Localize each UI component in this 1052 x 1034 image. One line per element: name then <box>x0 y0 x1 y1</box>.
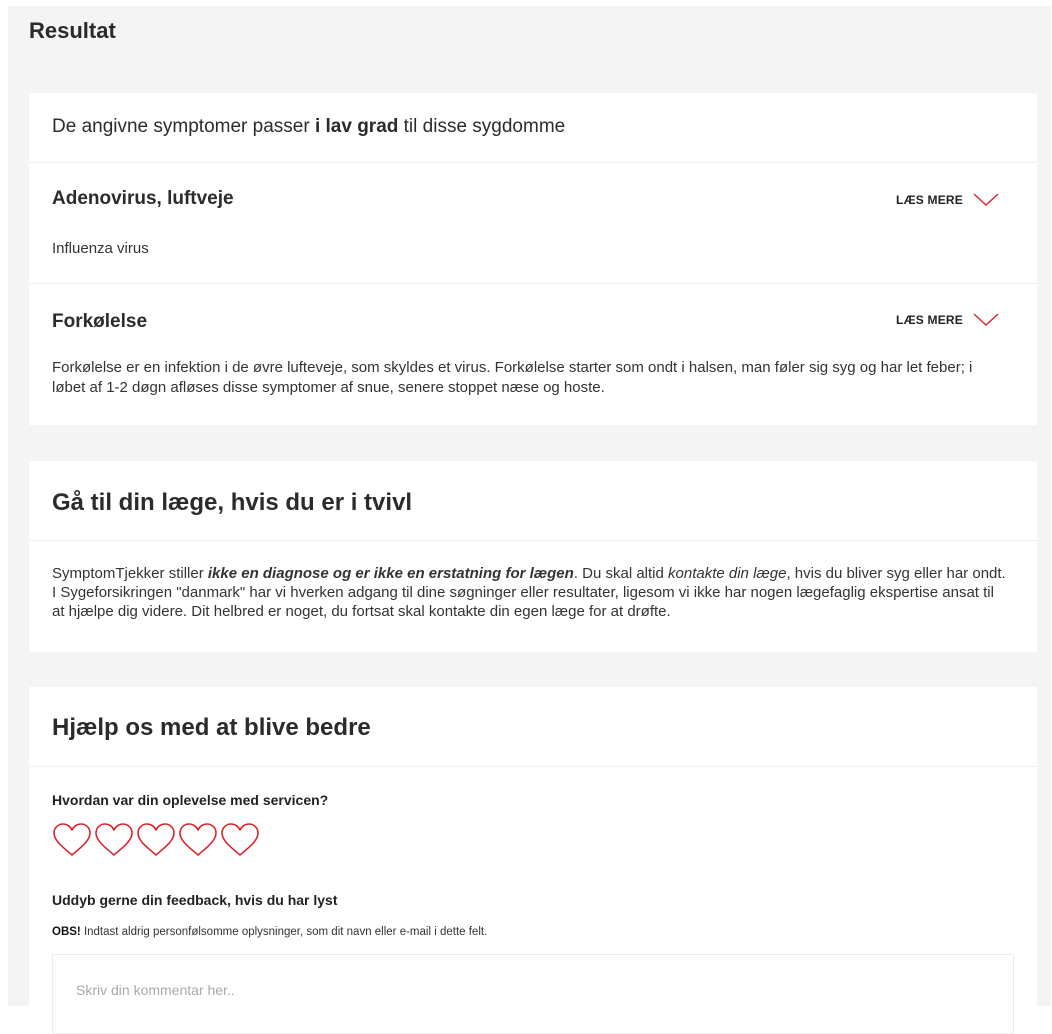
disclaimer-text: SymptomTjekker stiller ikke en diagnose … <box>29 541 1037 621</box>
disclaimer-emphasis: ikke en diagnose og er ikke en erstatnin… <box>207 565 574 582</box>
feedback-card: Hjælp os med at blive bedre Hvordan var … <box>29 687 1037 1034</box>
obs-text: Indtast aldrig personfølsomme oplysninge… <box>80 926 488 938</box>
disclaimer-part: SymptomTjekker stiller <box>52 565 208 582</box>
read-more-label: LÆS MERE <box>896 313 963 327</box>
read-more-button[interactable]: LÆS MERE <box>896 313 999 327</box>
match-intro: De angivne symptomer passer i lav grad t… <box>29 93 1037 163</box>
heart-outline-icon[interactable] <box>220 822 260 858</box>
read-more-button[interactable]: LÆS MERE <box>896 193 999 207</box>
disease-name: Forkølelse <box>52 311 148 332</box>
obs-label: OBS! <box>52 926 81 938</box>
doctor-advice-title: Gå til din læge, hvis du er i tvivl <box>52 489 413 516</box>
disease-description: Influenza virus <box>52 240 149 257</box>
doctor-advice-header: Gå til din læge, hvis du er i tvivl <box>29 461 1037 541</box>
chevron-down-icon <box>973 313 999 326</box>
heart-outline-icon[interactable] <box>52 822 92 858</box>
disease-item: Adenovirus, luftveje LÆS MERE Influenza … <box>29 163 1037 284</box>
chevron-down-icon <box>973 193 999 206</box>
disease-name: Adenovirus, luftveje <box>52 188 234 209</box>
doctor-advice-card: Gå til din læge, hvis du er i tvivl Symp… <box>29 461 1037 652</box>
feedback-title: Hjælp os med at blive bedre <box>52 714 371 741</box>
intro-text-before: De angivne symptomer passer <box>52 116 315 137</box>
comment-input[interactable] <box>52 954 1014 1034</box>
heart-outline-icon[interactable] <box>178 822 218 858</box>
heart-outline-icon[interactable] <box>94 822 134 858</box>
heart-rating <box>52 822 260 858</box>
disclaimer-part: . Du skal altid <box>573 565 669 582</box>
intro-text-after: til disse sygdomme <box>398 116 566 137</box>
result-title: Resultat <box>29 18 116 43</box>
disclaimer-italic: kontakte din læge <box>668 565 787 582</box>
intro-text-bold: i lav grad <box>314 116 399 137</box>
disease-item: Forkølelse LÆS MERE Forkølelse er en inf… <box>29 284 1037 424</box>
feedback-header: Hjælp os med at blive bedre <box>29 687 1037 767</box>
disease-description: Forkølelse er en infektion i de øvre luf… <box>52 359 973 396</box>
feedback-details-label: Uddyb gerne din feedback, hvis du har ly… <box>52 892 338 908</box>
page-background: Resultat De angivne symptomer passer i l… <box>8 6 1051 1034</box>
read-more-label: LÆS MERE <box>896 193 963 207</box>
rating-question: Hvordan var din oplevelse med servicen? <box>52 792 329 808</box>
heart-outline-icon[interactable] <box>136 822 176 858</box>
disease-match-card: De angivne symptomer passer i lav grad t… <box>29 93 1037 425</box>
privacy-notice: OBS! Indtast aldrig personfølsomme oplys… <box>52 926 487 938</box>
